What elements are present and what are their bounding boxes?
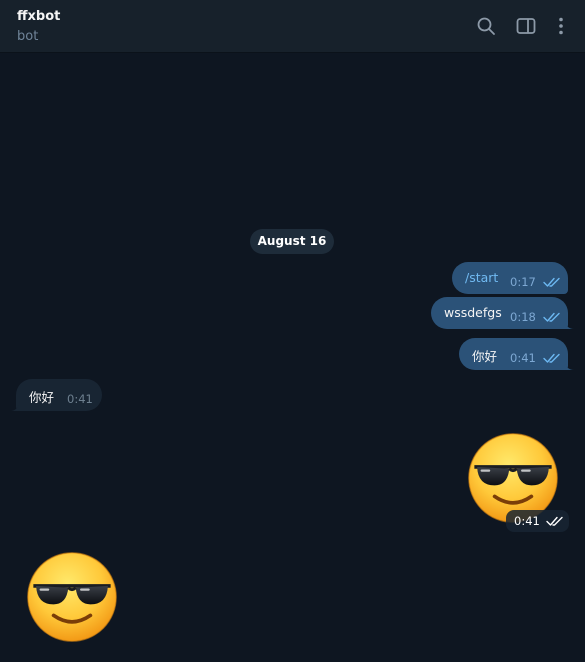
message-time: 0:41 [514, 514, 540, 528]
double-check-icon [543, 276, 561, 288]
sidebar-toggle-button[interactable] [514, 14, 538, 38]
double-check-icon [543, 352, 561, 364]
message-bubble-incoming[interactable]: 你好 0:41 [10, 379, 102, 411]
bubble-tail [10, 401, 20, 411]
message-text: 你好 [29, 390, 55, 405]
search-button[interactable] [474, 14, 498, 38]
bubble-tail [564, 319, 574, 329]
sidebar-toggle-icon [516, 18, 536, 34]
message-time: 0:18 [510, 310, 536, 324]
bubble-tail [564, 360, 574, 370]
chat-window: ffxbot bot August 16 /start 0:17 wssdefg… [0, 0, 585, 662]
message-time: 0:41 [510, 351, 536, 365]
message-text: 你好 [472, 349, 498, 364]
message-bubble-outgoing[interactable]: /start 0:17 [452, 262, 568, 294]
date-divider: August 16 [250, 229, 334, 254]
double-check-icon [546, 515, 564, 527]
message-time: 0:17 [510, 275, 536, 289]
double-check-icon [543, 311, 561, 323]
message-text: wssdefgs [444, 305, 502, 320]
search-icon [477, 17, 495, 35]
chat-header: ffxbot bot [0, 0, 585, 53]
chat-status: bot [17, 29, 39, 44]
sticker-timestamp: 0:41 [506, 510, 569, 532]
more-vertical-icon [559, 17, 563, 35]
message-bubble-outgoing[interactable]: 你好 0:41 [459, 338, 574, 370]
chat-title[interactable]: ffxbot [17, 9, 60, 24]
message-time: 0:41 [67, 392, 93, 406]
more-options-button[interactable] [549, 14, 573, 38]
sunglasses-sticker-incoming[interactable] [26, 551, 118, 643]
bot-command-link[interactable]: /start [465, 270, 498, 285]
message-bubble-outgoing[interactable]: wssdefgs 0:18 [431, 297, 574, 329]
